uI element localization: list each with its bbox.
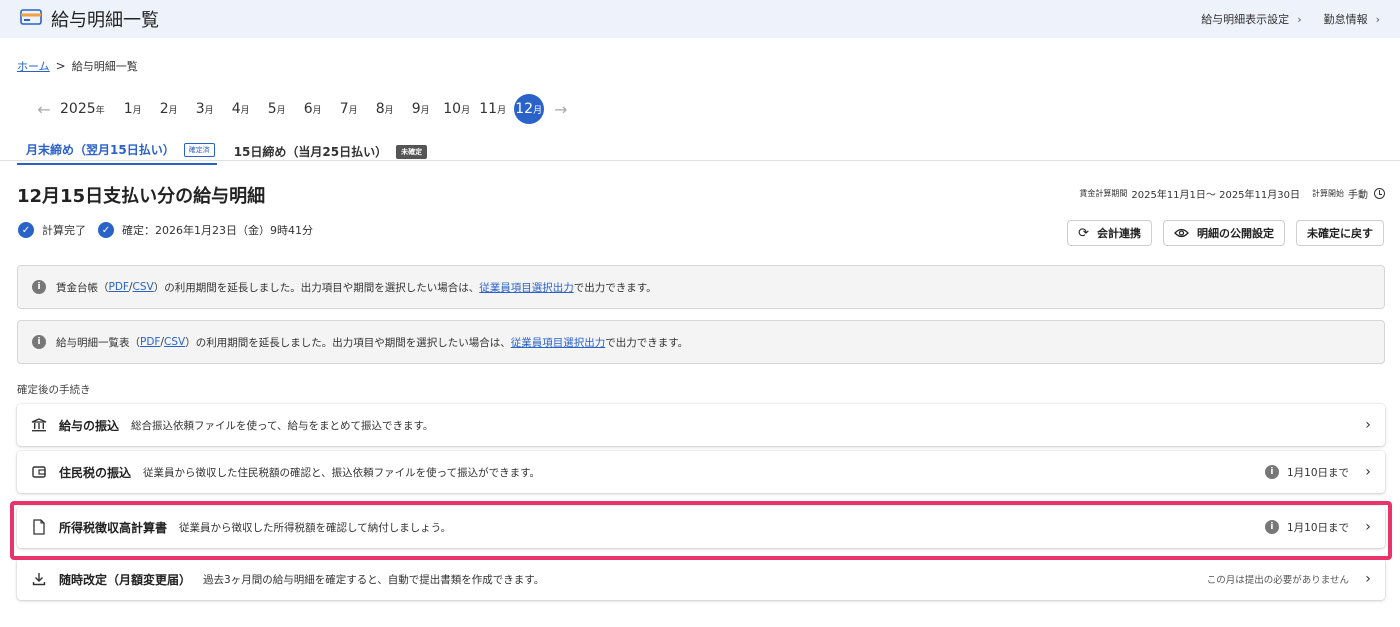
tab-15th-closing[interactable]: 15日締め（当月25日払い） 未確定	[226, 143, 429, 165]
month-1[interactable]: 1月	[115, 101, 151, 117]
procedure-title: 住民税の振込	[59, 465, 132, 480]
chevron-right-icon: ›	[1365, 519, 1371, 535]
due-date: 1月10日まで	[1286, 466, 1349, 479]
publish-settings-button[interactable]: 明細の公開設定	[1163, 220, 1285, 246]
breadcrumb: ホーム > 給与明細一覧	[17, 58, 138, 74]
accounting-sync-button[interactable]: ⟳ 会計連携	[1067, 220, 1152, 246]
due-date: 1月10日まで	[1286, 521, 1349, 534]
month-3[interactable]: 3月	[187, 101, 223, 117]
closing-tabs: 月末締め（翌月15日払い） 確定済 15日締め（当月25日払い） 未確定	[17, 141, 429, 165]
procedure-resident-tax-transfer[interactable]: 住民税の振込 従業員から徴収した住民税額の確認と、振込依頼ファイルを使って振込が…	[17, 451, 1385, 493]
tabs-divider	[0, 160, 1400, 161]
status-row: ✓ 計算完了 ✓ 確定：2026年1月23日（金）9時41分	[18, 222, 313, 238]
chevron-right-icon: ›	[1365, 417, 1371, 433]
attendance-info-link[interactable]: 勤怠情報 ›	[1324, 11, 1380, 27]
tab-month-end-closing[interactable]: 月末締め（翌月15日払い） 確定済	[17, 141, 217, 165]
revert-unconfirmed-button[interactable]: 未確定に戻す	[1296, 220, 1384, 246]
next-year-arrow-icon[interactable]: →	[547, 100, 575, 119]
procedure-desc: 従業員から徴収した所得税額を確認して納付しましょう。	[179, 521, 452, 534]
section-label: 確定後の手続き	[17, 384, 91, 396]
chevron-right-icon: ›	[1375, 13, 1380, 26]
check-circle-icon: ✓	[18, 222, 34, 238]
chevron-right-icon: ›	[1365, 464, 1371, 480]
info-icon: i	[32, 335, 46, 349]
info-icon: i	[32, 280, 46, 294]
payslip-card-icon	[20, 9, 42, 25]
employee-item-export-link[interactable]: 従業員項目選択出力	[479, 280, 574, 295]
month-4[interactable]: 4月	[223, 101, 259, 117]
info-icon: i	[1264, 520, 1279, 534]
employee-item-export-link[interactable]: 従業員項目選択出力	[511, 335, 606, 350]
bank-icon	[31, 418, 47, 432]
procedure-income-tax-statement[interactable]: 所得税徴収高計算書 従業員から徴収した所得税額を確認して納付しましょう。 i 1…	[17, 506, 1385, 548]
wage-ledger-pdf-link[interactable]: PDF	[109, 281, 129, 293]
document-icon	[33, 519, 45, 535]
check-circle-icon: ✓	[98, 222, 114, 238]
procedure-desc: 総合振込依頼ファイルを使って、給与をまとめて振込できます。	[131, 419, 434, 432]
procedure-title: 随時改定（月額変更届）	[59, 572, 192, 587]
breadcrumb-separator-icon: >	[55, 59, 66, 73]
procedure-title: 所得税徴収高計算書	[59, 520, 168, 535]
month-7[interactable]: 7月	[331, 101, 367, 117]
month-6[interactable]: 6月	[295, 101, 331, 117]
month-12-selected[interactable]: 12 月	[513, 94, 544, 124]
month-2[interactable]: 2月	[151, 101, 187, 117]
chevron-right-icon: ›	[1365, 571, 1371, 587]
prev-year-arrow-icon[interactable]: ←	[30, 100, 58, 119]
wage-ledger-csv-link[interactable]: CSV	[133, 281, 154, 293]
month-5[interactable]: 5月	[259, 101, 295, 117]
app-title: 給与明細一覧	[51, 10, 159, 31]
notice-wage-ledger: i 賃金台帳（ PDF / CSV ）の利用期間を延長しました。出力項目や期間を選択した…	[17, 265, 1385, 309]
chevron-right-icon: ›	[1297, 13, 1302, 26]
not-required-note: この月は提出の必要がありません	[1206, 575, 1349, 586]
year-label: 2025年	[60, 101, 105, 117]
month-selector: ← 2025年 1月 2月 3月 4月 5月 6月 7月 8月 9月 10月 1…	[30, 94, 575, 124]
sync-icon: ⟳	[1078, 225, 1089, 241]
confirmed-label: 確定：2026年1月23日（金）9時41分	[122, 224, 313, 237]
notice-payslip-list: i 給与明細一覧表（ PDF / CSV ）の利用期間を延長しました。出力項目や期間を選…	[17, 320, 1385, 364]
month-9[interactable]: 9月	[403, 101, 439, 117]
breadcrumb-home-link[interactable]: ホーム	[17, 58, 50, 74]
page-title: 12月15日支払い分の給与明細	[17, 186, 266, 207]
breadcrumb-current: 給与明細一覧	[71, 60, 138, 73]
payslip-display-settings-link[interactable]: 給与明細表示設定 ›	[1201, 11, 1301, 27]
payslip-list-csv-link[interactable]: CSV	[164, 336, 185, 348]
month-11[interactable]: 11月	[475, 101, 511, 117]
month-8[interactable]: 8月	[367, 101, 403, 117]
procedure-title: 給与の振込	[59, 418, 120, 433]
procedure-desc: 従業員から徴収した住民税額の確認と、振込依頼ファイルを使って振込ができます。	[143, 466, 541, 479]
procedure-desc: 過去3ヶ月間の給与明細を確定すると、自動で提出書類を作成できます。	[203, 573, 545, 586]
status-badge-confirmed: 確定済	[183, 142, 215, 157]
payslip-list-pdf-link[interactable]: PDF	[140, 336, 160, 348]
eye-icon	[1174, 228, 1189, 238]
month-10[interactable]: 10月	[439, 101, 475, 117]
status-badge-unconfirmed: 未確定	[396, 144, 428, 159]
procedure-monthly-change-report[interactable]: 随時改定（月額変更届） 過去3ヶ月間の給与明細を確定すると、自動で提出書類を作成…	[17, 558, 1385, 600]
calc-done-label: 計算完了	[42, 224, 86, 237]
download-icon	[32, 573, 46, 586]
wallet-icon	[32, 466, 46, 478]
clock-icon	[1374, 188, 1385, 199]
info-icon: i	[1264, 465, 1279, 479]
calc-period-info: 賃金計算期間 2025年11月1日〜 2025年11月30日 計算開始 手動	[1079, 186, 1385, 201]
app-header: 給与明細一覧 給与明細表示設定 › 勤怠情報 ›	[0, 0, 1400, 38]
procedure-salary-transfer[interactable]: 給与の振込 総合振込依頼ファイルを使って、給与をまとめて振込できます。 ›	[17, 404, 1385, 446]
